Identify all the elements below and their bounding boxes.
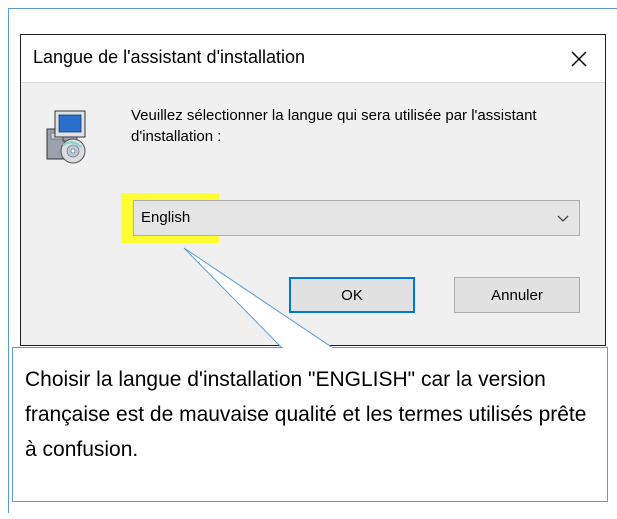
frame-left-line [8,8,9,513]
setup-installer-icon [46,110,86,164]
annotation-callout: Choisir la langue d'installation "ENGLIS… [12,347,608,502]
prompt-text: Veuillez sélectionner la langue qui sera… [131,107,537,145]
cancel-button[interactable]: Annuler [454,277,580,313]
chevron-down-icon [557,215,569,222]
callout-text: Choisir la langue d'installation "ENGLIS… [25,368,587,461]
dialog-title: Langue de l'assistant d'installation [33,47,306,67]
language-select[interactable]: English [133,200,580,236]
language-dialog: Langue de l'assistant d'installation Veu… [20,34,606,346]
close-button[interactable] [553,35,605,82]
language-select-value: English [141,209,191,226]
title-bar: Langue de l'assistant d'installation [21,35,605,83]
frame-top-line [8,8,617,9]
close-icon [571,50,587,67]
ok-button[interactable]: OK [289,277,415,313]
